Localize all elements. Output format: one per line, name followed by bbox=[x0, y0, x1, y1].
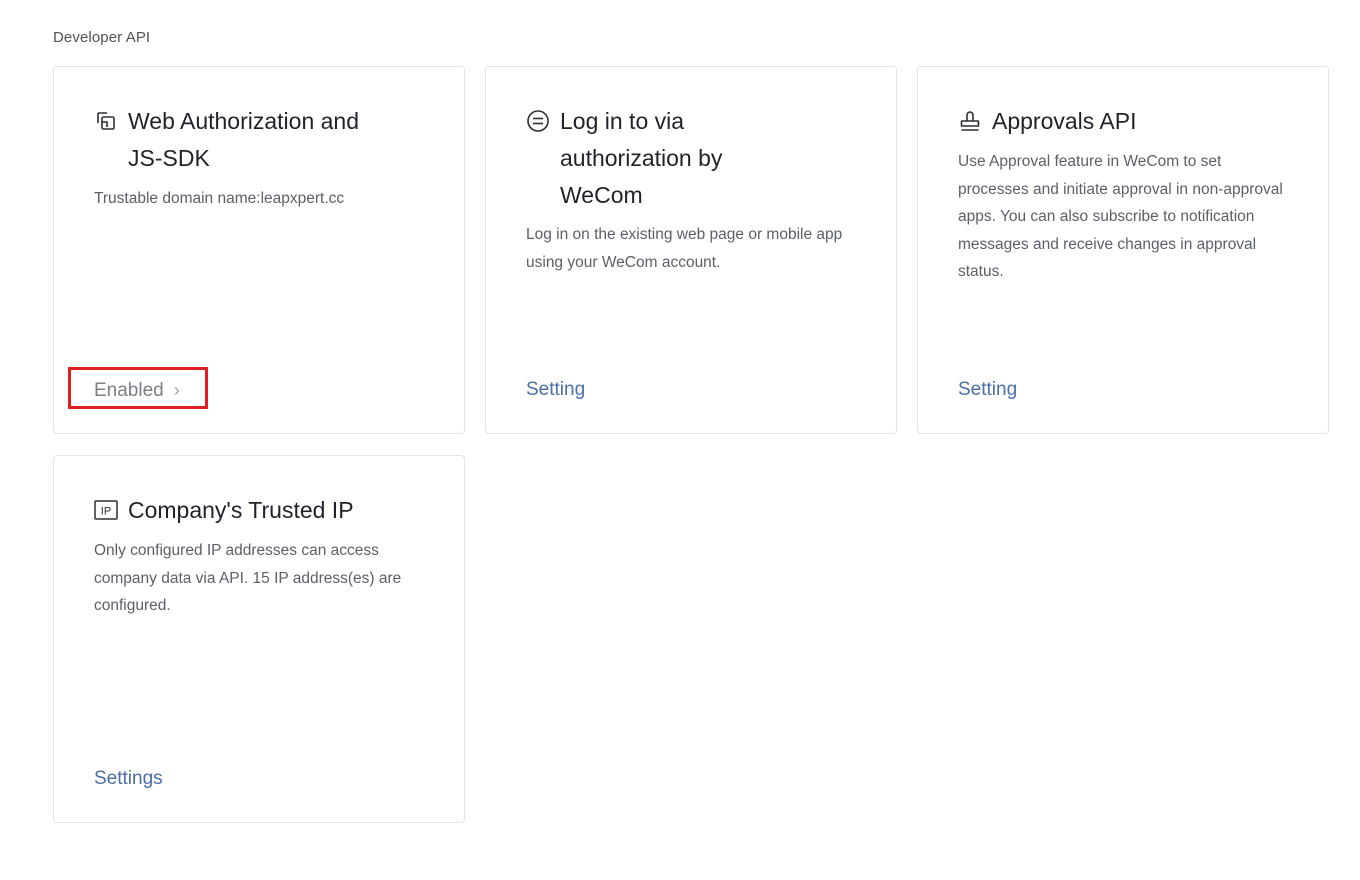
card-description: Trustable domain name:leapxpert.cc bbox=[94, 190, 345, 207]
card-title: Approvals API bbox=[992, 108, 1137, 134]
chevron-right-icon: › bbox=[173, 380, 180, 400]
card-title: Company's Trusted IP bbox=[128, 497, 354, 523]
card-login-authorization: Log in to via authorization by WeCom Log… bbox=[485, 66, 897, 434]
card-header: Web Authorization and JS-SDK bbox=[94, 103, 434, 177]
card-description: Use Approval feature in WeCom to set pro… bbox=[958, 153, 1283, 280]
card-title: Log in to via authorization by WeCom bbox=[560, 108, 723, 208]
card-trusted-ip: IP Company's Trusted IP Only configured … bbox=[53, 455, 465, 823]
card-title: Web Authorization and JS-SDK bbox=[128, 108, 360, 171]
card-description: Only configured IP addresses can access … bbox=[94, 542, 402, 614]
card-web-authorization: Web Authorization and JS-SDK Trustable d… bbox=[53, 66, 465, 434]
enabled-link[interactable]: Enabled › bbox=[94, 376, 180, 405]
setting-link[interactable]: Setting bbox=[526, 376, 585, 404]
settings-link[interactable]: Settings bbox=[94, 765, 163, 793]
enabled-label[interactable]: Enabled bbox=[94, 380, 164, 401]
ip-icon: IP bbox=[94, 498, 118, 522]
card-approvals-api: Approvals API Use Approval feature in We… bbox=[917, 66, 1329, 434]
card-header: IP Company's Trusted IP bbox=[94, 492, 434, 529]
login-authorization-icon bbox=[526, 109, 550, 133]
card-header: Approvals API bbox=[958, 103, 1298, 140]
setting-link[interactable]: Setting bbox=[958, 376, 1017, 404]
section-title: Developer API bbox=[53, 29, 151, 46]
card-description: Log in on the existing web page or mobil… bbox=[526, 226, 843, 271]
card-header: Log in to via authorization by WeCom bbox=[526, 103, 866, 214]
svg-text:IP: IP bbox=[101, 506, 111, 518]
web-authorization-icon bbox=[94, 109, 118, 133]
stamp-icon bbox=[958, 109, 982, 133]
